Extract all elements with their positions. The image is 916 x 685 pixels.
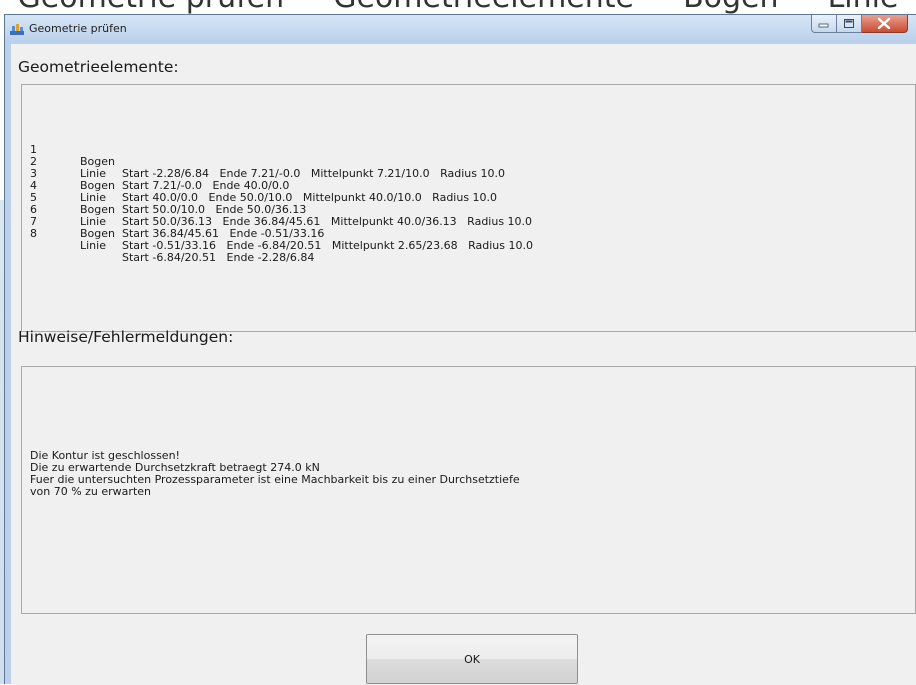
geometry-row: 6 Linie Start 36.84/45.61 Ende -0.51/33.… xyxy=(30,192,324,240)
maximize-button[interactable] xyxy=(837,15,862,33)
close-icon xyxy=(877,17,891,30)
caption-buttons xyxy=(811,15,908,35)
geometry-list: 1 Bogen Start -2.28/6.84 Ende 7.21/-0.0 … xyxy=(30,132,533,264)
geometry-row: 2 Linie Start 7.21/-0.0 Ende 40.0/0.0 xyxy=(30,144,289,192)
background-text: Geometrie prüfen — Geometrieelemente — B… xyxy=(0,0,916,14)
minimize-button[interactable] xyxy=(811,15,837,33)
dialog-client-area: Geometrieelemente: 1 Bogen Start -2.28/6… xyxy=(11,44,916,685)
minimize-icon xyxy=(818,23,829,28)
element-description: Start -6.84/20.51 Ende -2.28/6.84 xyxy=(122,251,315,264)
geometry-row: 3 Bogen Start 40.0/0.0 Ende 50.0/10.0 Mi… xyxy=(30,156,497,204)
title-bar[interactable]: Geometrie prüfen xyxy=(5,15,916,43)
element-type: Linie xyxy=(80,239,106,252)
messages-panel: Die Kontur ist geschlossen! Die zu erwar… xyxy=(21,366,916,614)
maximize-icon xyxy=(844,19,854,28)
messages-heading: Hinweise/Fehlermeldungen: xyxy=(18,328,234,346)
geometry-row: 7 Bogen Start -0.51/33.16 Ende -6.84/20.… xyxy=(30,204,533,252)
close-button[interactable] xyxy=(862,15,908,33)
message-line: von 70 % zu erwarten xyxy=(30,485,151,498)
ok-button[interactable]: OK xyxy=(366,634,578,684)
geometry-row: 1 Bogen Start -2.28/6.84 Ende 7.21/-0.0 … xyxy=(30,132,505,180)
dialog-window: Geometrie prüfen Geometrieelemente: 1 Bo… xyxy=(4,14,916,685)
window-title: Geometrie prüfen xyxy=(29,22,127,35)
geometry-row: 4 Linie Start 50.0/10.0 Ende 50.0/36.13 xyxy=(30,168,306,216)
geometry-panel: 1 Bogen Start -2.28/6.84 Ende 7.21/-0.0 … xyxy=(21,84,916,332)
app-icon xyxy=(10,24,24,35)
geometry-row: 5 Bogen Start 50.0/36.13 Ende 36.84/45.6… xyxy=(30,180,532,228)
geometry-heading: Geometrieelemente: xyxy=(18,58,179,76)
element-number: 8 xyxy=(30,227,37,240)
background-app-area: Geometrie prüfen — Geometrieelemente — B… xyxy=(0,0,916,14)
messages-list: Die Kontur ist geschlossen! Die zu erwar… xyxy=(30,450,520,498)
geometry-row: 8 Linie Start -6.84/20.51 Ende -2.28/6.8… xyxy=(30,216,314,264)
